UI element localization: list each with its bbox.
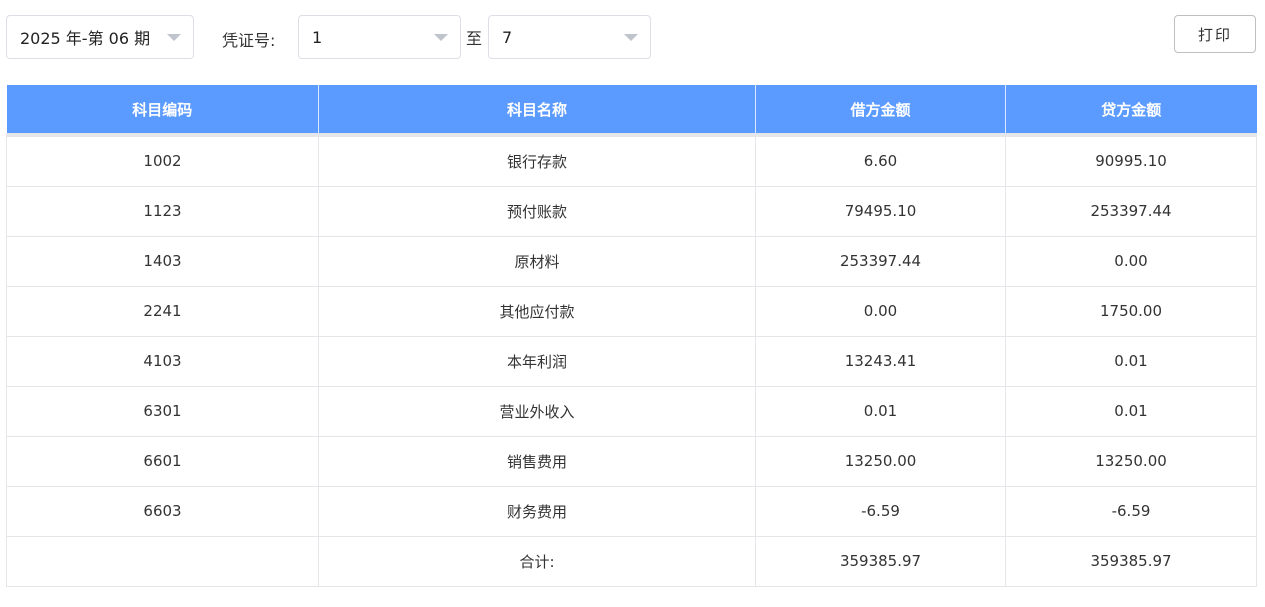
chevron-down-icon [167, 34, 181, 41]
chevron-down-icon [624, 34, 638, 41]
cell-debit: 0.01 [755, 385, 1006, 437]
cell-credit: 0.00 [1005, 235, 1257, 287]
header-credit-amount: 贷方金额 [1005, 85, 1257, 137]
account-summary-table-container: 科目编码 科目名称 借方金额 贷方金额 1002 银行存款 6.60 90995… [6, 85, 1257, 587]
cell-total-debit: 359385.97 [755, 535, 1006, 587]
table-header-row: 科目编码 科目名称 借方金额 贷方金额 [6, 85, 1257, 137]
print-button[interactable]: 打印 [1174, 15, 1256, 53]
voucher-from-value: 1 [312, 27, 323, 47]
voucher-to-select[interactable]: 7 [488, 15, 651, 59]
header-debit-amount: 借方金额 [755, 85, 1006, 137]
toolbar: 2025 年-第 06 期 凭证号: 1 至 7 打印 [0, 0, 1265, 85]
cell-account-code: 6601 [6, 435, 319, 487]
cell-account-name: 本年利润 [318, 335, 756, 387]
cell-account-code: 6603 [6, 485, 319, 537]
cell-total-code [6, 535, 319, 587]
voucher-to-value: 7 [502, 27, 513, 47]
table-row: 1403 原材料 253397.44 0.00 [6, 235, 1257, 287]
header-account-code: 科目编码 [6, 85, 319, 137]
cell-credit: 13250.00 [1005, 435, 1257, 487]
range-to-label: 至 [466, 29, 483, 48]
cell-credit: -6.59 [1005, 485, 1257, 537]
cell-account-name: 营业外收入 [318, 385, 756, 437]
cell-debit: 0.00 [755, 285, 1006, 337]
table-row: 6301 营业外收入 0.01 0.01 [6, 385, 1257, 437]
cell-credit: 90995.10 [1005, 134, 1257, 187]
cell-account-name: 财务费用 [318, 485, 756, 537]
header-account-name: 科目名称 [318, 85, 756, 137]
period-select-value: 2025 年-第 06 期 [20, 29, 151, 48]
voucher-number-label: 凭证号: [222, 31, 276, 50]
cell-debit: 13243.41 [755, 335, 1006, 387]
chevron-down-icon [434, 34, 448, 41]
cell-debit: -6.59 [755, 485, 1006, 537]
cell-account-name: 银行存款 [318, 134, 756, 187]
cell-credit: 1750.00 [1005, 285, 1257, 337]
table-row: 6603 财务费用 -6.59 -6.59 [6, 485, 1257, 537]
cell-account-name: 原材料 [318, 235, 756, 287]
table-row: 1123 预付账款 79495.10 253397.44 [6, 185, 1257, 237]
cell-credit: 0.01 [1005, 335, 1257, 387]
cell-account-code: 6301 [6, 385, 319, 437]
table-total-row: 合计: 359385.97 359385.97 [6, 535, 1257, 587]
table-row: 6601 销售费用 13250.00 13250.00 [6, 435, 1257, 487]
cell-credit: 0.01 [1005, 385, 1257, 437]
cell-account-code: 4103 [6, 335, 319, 387]
cell-account-name: 其他应付款 [318, 285, 756, 337]
cell-debit: 6.60 [755, 134, 1006, 187]
cell-debit: 79495.10 [755, 185, 1006, 237]
period-select[interactable]: 2025 年-第 06 期 [6, 15, 194, 59]
cell-account-name: 预付账款 [318, 185, 756, 237]
table-row: 2241 其他应付款 0.00 1750.00 [6, 285, 1257, 337]
cell-account-name: 销售费用 [318, 435, 756, 487]
cell-total-label: 合计: [318, 535, 756, 587]
cell-debit: 253397.44 [755, 235, 1006, 287]
cell-account-code: 1403 [6, 235, 319, 287]
cell-total-credit: 359385.97 [1005, 535, 1257, 587]
cell-credit: 253397.44 [1005, 185, 1257, 237]
table-row: 4103 本年利润 13243.41 0.01 [6, 335, 1257, 387]
cell-account-code: 2241 [6, 285, 319, 337]
table-row: 1002 银行存款 6.60 90995.10 [6, 134, 1257, 187]
cell-account-code: 1002 [6, 134, 319, 187]
cell-debit: 13250.00 [755, 435, 1006, 487]
voucher-from-select[interactable]: 1 [298, 15, 461, 59]
cell-account-code: 1123 [6, 185, 319, 237]
account-summary-table: 科目编码 科目名称 借方金额 贷方金额 1002 银行存款 6.60 90995… [6, 85, 1257, 587]
